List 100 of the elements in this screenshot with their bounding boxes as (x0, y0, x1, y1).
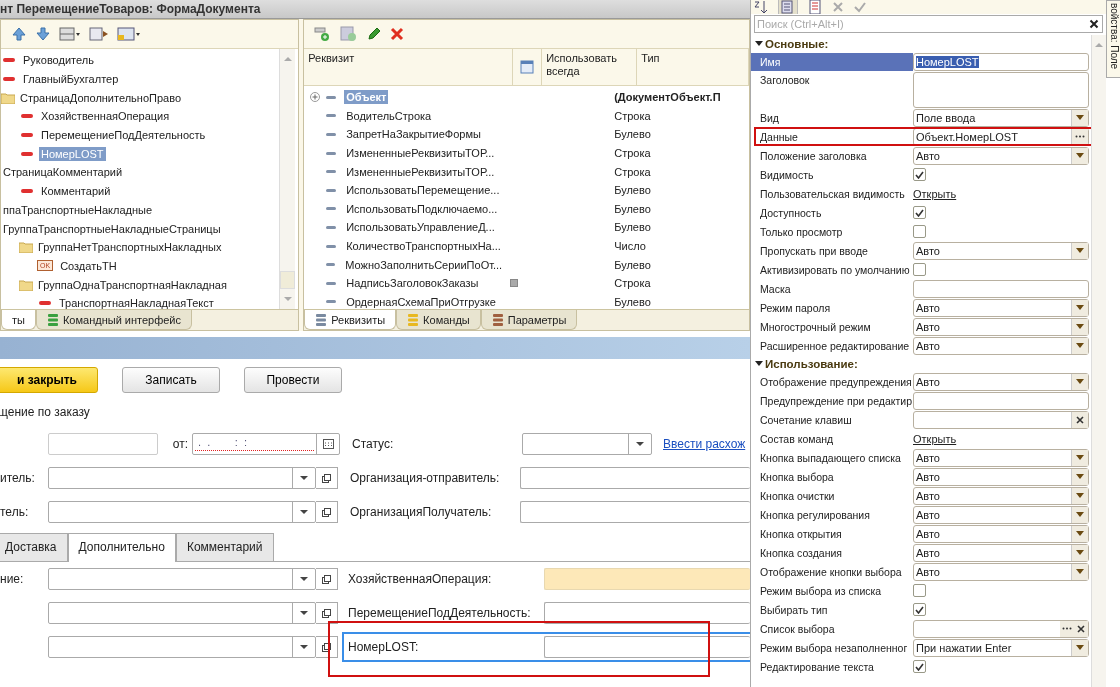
tree-item[interactable]: СтраницаДополнительноПраво (18, 90, 183, 105)
form-tab[interactable]: Доставка (0, 533, 68, 561)
attribute-name[interactable]: ИспользоватьПеремещение... (344, 183, 502, 198)
property-label[interactable]: Кнопка регулирования (751, 505, 913, 524)
property-label[interactable]: Режим пароля (751, 298, 913, 317)
panel-tab[interactable]: ты (1, 310, 36, 330)
side-tab[interactable]: войства: Поле (1106, 0, 1120, 78)
layout-icon[interactable] (59, 26, 81, 42)
input-field[interactable] (913, 410, 1089, 429)
tree-item[interactable]: ГлавныйБухгалтер (21, 72, 121, 87)
dropdown-field[interactable]: Авто (913, 543, 1089, 562)
dropdown-field[interactable]: Авто (913, 524, 1089, 543)
property-label[interactable]: Доступность (751, 203, 913, 222)
tree-item[interactable]: ГруппаТранспортныеНакладныеСтраницы (1, 221, 223, 236)
sort-icon[interactable] (754, 0, 768, 14)
property-label[interactable]: Выбирать тип (751, 600, 913, 619)
property-label[interactable]: Пропускать при вводе (751, 241, 913, 260)
property-label[interactable]: Сочетание клавиш (751, 410, 913, 429)
dropdown-field[interactable]: Авто (913, 448, 1089, 467)
panel-tab[interactable]: Реквизиты (304, 310, 397, 330)
form-item-icon[interactable] (117, 26, 141, 42)
input-field[interactable] (520, 501, 750, 523)
property-label[interactable]: Кнопка создания (751, 543, 913, 562)
property-label[interactable]: Активизировать по умолчанию (751, 260, 913, 279)
dropdown-field[interactable]: Авто (913, 298, 1089, 317)
delete-icon[interactable] (390, 27, 405, 41)
form-tab[interactable]: Комментарий (175, 533, 274, 561)
document-icon[interactable] (808, 0, 822, 14)
checkbox[interactable] (913, 584, 926, 597)
checkbox[interactable] (913, 206, 926, 219)
checkbox[interactable] (913, 660, 926, 673)
tree-item[interactable]: СтраницаКомментарий (1, 165, 125, 180)
clear-icon[interactable] (1077, 624, 1085, 633)
categories-icon[interactable] (778, 0, 798, 14)
property-label[interactable]: Предупреждение при редактир (751, 391, 913, 410)
attribute-name[interactable]: МожноЗаполнитьСерииПоОт... (343, 257, 505, 272)
input-field[interactable] (520, 467, 750, 489)
attribute-name[interactable]: ОрдернаяСхемаПриОтгрузке (344, 294, 498, 309)
dropdown-field[interactable] (48, 501, 316, 523)
tree-item[interactable]: Руководитель (21, 53, 96, 68)
property-label[interactable]: Кнопка выбора (751, 467, 913, 486)
dropdown-field[interactable]: Авто (913, 486, 1089, 505)
open-button[interactable] (316, 568, 338, 590)
clear-icon[interactable] (1076, 415, 1084, 424)
number-field[interactable] (48, 433, 158, 455)
property-label[interactable]: Вид (751, 108, 913, 127)
attribute-name[interactable]: ИзмененныеРеквизитыТОР... (344, 146, 497, 161)
dropdown-field[interactable]: Авто (913, 317, 1089, 336)
link[interactable]: Ввести расхож (663, 437, 746, 451)
input-field[interactable] (544, 602, 750, 624)
checkbox[interactable] (913, 225, 926, 238)
property-label[interactable]: Многострочный режим (751, 317, 913, 336)
dropdown-field[interactable] (48, 636, 316, 658)
property-label[interactable]: Данные (751, 127, 913, 146)
ellipsis-icon[interactable] (1075, 135, 1085, 138)
input-field[interactable] (544, 636, 750, 658)
panel-tab[interactable]: Команды (396, 310, 481, 330)
checkbox[interactable] (913, 263, 926, 276)
tree-item[interactable]: ГруппаНетТранспортныхНакладных (36, 240, 224, 255)
property-label[interactable]: Кнопка открытия (751, 524, 913, 543)
attribute-name[interactable]: ИспользоватьУправлениеД... (344, 220, 497, 235)
property-label[interactable]: Расширенное редактирование (751, 336, 913, 355)
checkbox[interactable] (913, 168, 926, 181)
add-column-icon[interactable] (340, 26, 359, 42)
form-tab[interactable]: Дополнительно (67, 533, 176, 562)
checkmark-icon[interactable] (854, 1, 866, 13)
dropdown-field[interactable]: При нажатии Enter (913, 638, 1089, 657)
tree-item[interactable]: Комментарий (39, 184, 113, 199)
calendar-icon[interactable] (322, 439, 334, 449)
scrollbar[interactable] (279, 49, 296, 309)
property-label[interactable]: Список выбора (751, 619, 913, 638)
pencil-icon[interactable] (366, 26, 383, 42)
property-label[interactable]: Кнопка очистки (751, 486, 913, 505)
attribute-name[interactable]: ИзмененныеРеквизитыТОР... (344, 164, 497, 179)
text-area[interactable] (913, 72, 1089, 108)
tree-item[interactable]: ТранспортнаяНакладнаяТекст (57, 296, 216, 309)
dropdown-field[interactable]: Авто (913, 467, 1089, 486)
tree-item[interactable]: ГруппаОднаТранспортнаяНакладная (36, 277, 229, 292)
input-field[interactable] (544, 568, 750, 590)
property-label[interactable]: Кнопка выпадающего списка (751, 448, 913, 467)
choice-field[interactable] (913, 619, 1089, 638)
dropdown-field[interactable]: Авто (913, 562, 1089, 581)
tree-item[interactable]: ппаТранспортныеНакладные (1, 202, 155, 217)
dropdown-field[interactable]: Авто (913, 505, 1089, 524)
property-label[interactable]: Маска (751, 279, 913, 298)
tree-item[interactable]: ПеремещениеПодДеятельность (39, 128, 208, 143)
property-label[interactable]: Состав команд (751, 429, 913, 448)
property-label[interactable]: Заголовок (751, 71, 913, 89)
tree-item[interactable]: ХозяйственнаяОперация (39, 109, 172, 124)
form-button[interactable]: Записать (122, 367, 220, 393)
checkbox[interactable] (510, 279, 519, 288)
input-field[interactable] (913, 391, 1089, 410)
open-button[interactable] (316, 467, 338, 489)
expand-icon[interactable] (755, 361, 763, 366)
attribute-name[interactable]: ВодительСтрока (344, 108, 434, 123)
input-field[interactable] (913, 279, 1089, 298)
checkbox[interactable] (913, 603, 926, 616)
panel-tab[interactable]: Командный интерфейс (35, 310, 192, 330)
column-header[interactable]: Тип (637, 49, 749, 85)
property-label[interactable]: Только просмотр (751, 222, 913, 241)
